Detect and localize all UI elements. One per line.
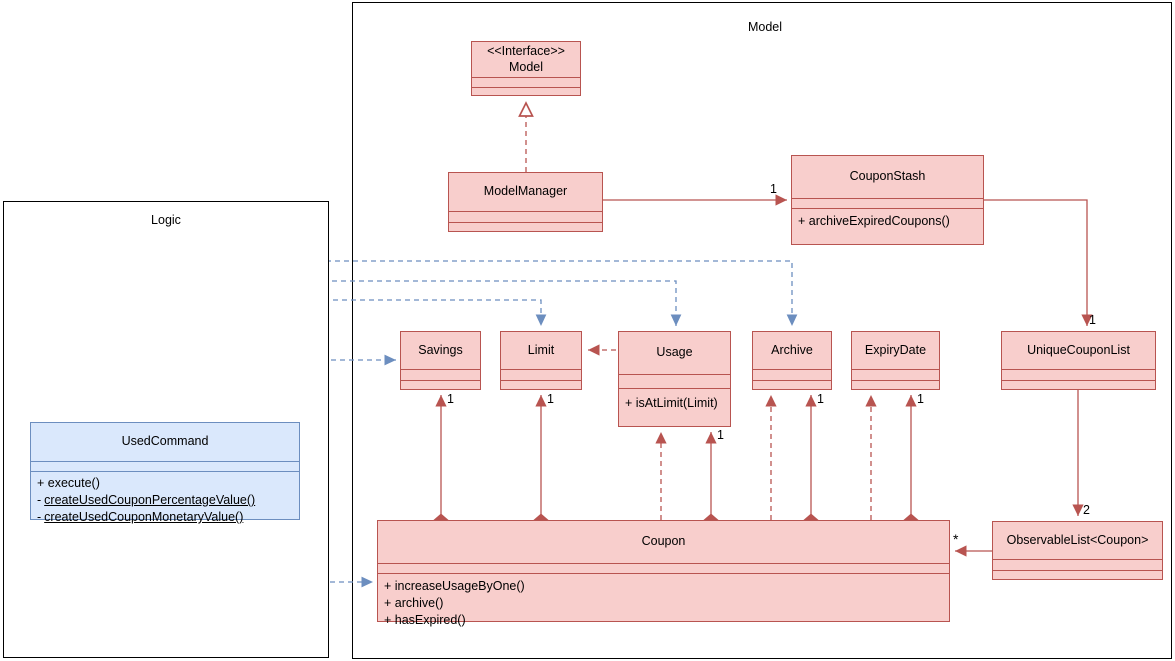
multiplicity-archive-to-coupon: 1 [817,392,824,406]
class-usedcommand-methods: + execute() - createUsedCouponPercentageV… [31,471,299,524]
class-couponstash-methods: + archiveExpiredCoupons() [792,208,983,246]
class-usedcommand-method-1: - createUsedCouponPercentageValue() [37,493,256,508]
class-observablelist-name: ObservableList<Coupon> [1006,532,1149,547]
class-couponstash[interactable]: CouponStash + archiveExpiredCoupons() [791,155,984,245]
class-limit-attributes [501,369,581,380]
class-model-interface-attributes [472,77,580,87]
class-observablelist-attributes [993,559,1162,570]
class-modelmanager-methods [449,222,602,233]
class-model-interface-stereotype: <<Interface>> [487,43,565,58]
class-coupon-method-0: + increaseUsageByOne() [384,579,525,593]
class-usage-method-0: + isAtLimit(Limit) [625,396,718,410]
class-model-interface-name: Model [508,59,544,74]
uml-class-diagram-canvas: Model Logic <<Interface>> Model ModelMan… [0,0,1175,661]
class-expirydate[interactable]: ExpiryDate [851,331,940,390]
class-savings-methods [401,380,480,391]
multiplicity-manager-to-stash: 1 [770,182,777,196]
class-savings[interactable]: Savings [400,331,481,390]
multiplicity-uniquelist-to-observablelist: 2 [1083,503,1090,517]
class-uniquecouponlist-name: UniqueCouponList [1027,342,1130,357]
class-model-interface[interactable]: <<Interface>> Model [471,41,581,96]
class-usedcommand[interactable]: UsedCommand + execute() - createUsedCoupo… [30,422,300,524]
class-coupon-methods: + increaseUsageByOne() + archive() + has… [378,573,949,627]
class-usedcommand-method-2: - createUsedCouponMonetaryValue() [37,510,244,525]
class-couponstash-title: CouponStash [792,156,983,198]
class-usage[interactable]: Usage + isAtLimit(Limit) [618,331,731,427]
class-couponstash-attributes [792,198,983,208]
class-savings-attributes [401,369,480,380]
class-couponstash-method-0: + archiveExpiredCoupons() [798,214,950,228]
class-coupon-title: Coupon [378,521,949,563]
class-archive[interactable]: Archive [752,331,832,390]
class-usedcommand-name: UsedCommand [121,434,209,449]
class-limit-methods [501,380,581,391]
class-usedcommand-method-2-text: createUsedCouponMonetaryValue() [44,510,244,525]
class-uniquecouponlist-attributes [1002,369,1155,380]
class-couponstash-name: CouponStash [849,169,926,184]
class-usedcommand-attributes [31,461,299,471]
multiplicity-coupon-to-observablelist: * [953,531,959,547]
class-archive-methods [753,380,831,391]
class-archive-title: Archive [753,332,831,369]
class-usedcommand-method-1-text: createUsedCouponPercentageValue() [44,493,256,508]
class-modelmanager-attributes [449,211,602,222]
class-observablelist-methods [993,570,1162,581]
class-observablelist-title: ObservableList<Coupon> [993,522,1162,559]
class-modelmanager-title: ModelManager [449,173,602,211]
class-model-interface-title: <<Interface>> Model [472,42,580,77]
class-observablelist[interactable]: ObservableList<Coupon> [992,521,1163,580]
class-coupon-method-2: + hasExpired() [384,613,466,628]
class-usage-title: Usage [619,332,730,374]
class-usage-name: Usage [656,345,693,360]
class-uniquecouponlist[interactable]: UniqueCouponList [1001,331,1156,390]
class-usedcommand-title: UsedCommand [31,423,299,461]
class-savings-title: Savings [401,332,480,369]
package-logic-label: Logic [151,213,181,227]
class-limit-title: Limit [501,332,581,369]
class-usage-attributes [619,374,730,388]
class-archive-name: Archive [771,342,813,357]
class-limit[interactable]: Limit [500,331,582,390]
class-expirydate-title: ExpiryDate [852,332,939,369]
class-usedcommand-method-0: + execute() [37,476,100,490]
multiplicity-stash-to-uniquelist: 1 [1089,313,1096,327]
class-coupon-attributes [378,563,949,573]
class-coupon-name: Coupon [641,534,686,549]
class-usage-methods: + isAtLimit(Limit) [619,388,730,428]
multiplicity-savings-to-coupon: 1 [447,392,454,406]
class-coupon-method-1: + archive() [384,596,444,611]
class-model-interface-methods [472,87,580,97]
class-expirydate-name: ExpiryDate [864,342,927,357]
class-modelmanager[interactable]: ModelManager [448,172,603,232]
multiplicity-limit-to-coupon: 1 [547,392,554,406]
multiplicity-usage-to-coupon: 1 [717,428,724,442]
class-limit-name: Limit [527,342,555,357]
class-expirydate-methods [852,380,939,391]
class-uniquecouponlist-title: UniqueCouponList [1002,332,1155,369]
class-savings-name: Savings [418,342,463,357]
class-coupon[interactable]: Coupon + increaseUsageByOne() + archive(… [377,520,950,627]
class-expirydate-attributes [852,369,939,380]
class-modelmanager-name: ModelManager [483,184,568,199]
multiplicity-expiry-to-coupon: 1 [917,392,924,406]
class-uniquecouponlist-methods [1002,380,1155,391]
package-model-label: Model [747,20,783,34]
class-archive-attributes [753,369,831,380]
